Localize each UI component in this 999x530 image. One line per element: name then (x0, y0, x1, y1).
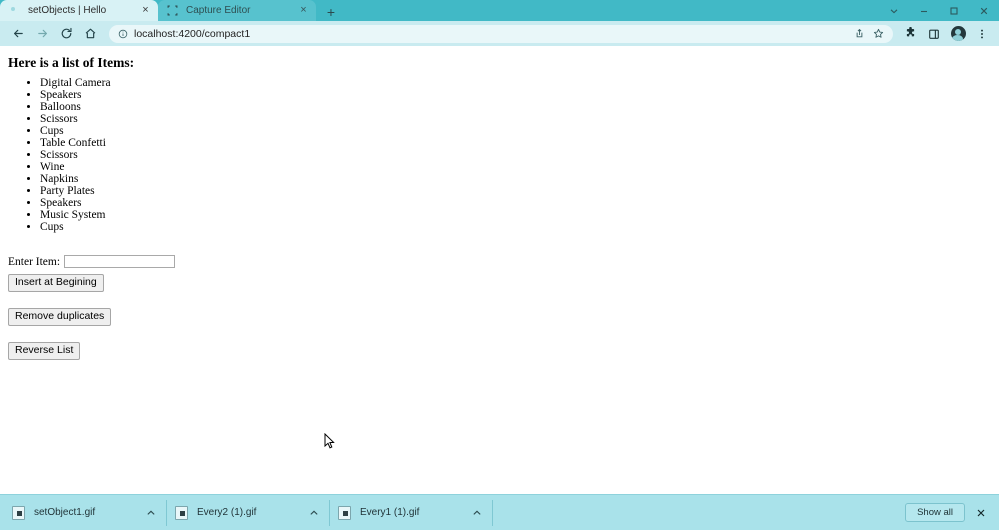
list-item: Cups (40, 221, 991, 233)
new-tab-button[interactable]: + (320, 3, 342, 21)
capture-icon (167, 5, 179, 17)
list-item: Scissors (40, 113, 991, 125)
remove-duplicates-button[interactable]: Remove duplicates (8, 308, 112, 326)
share-icon[interactable] (853, 27, 866, 40)
enter-item-input[interactable] (64, 255, 176, 268)
chevron-up-icon[interactable] (466, 508, 488, 518)
tab-title: Capture Editor (186, 5, 251, 16)
tab-title: setObjects | Hello (28, 5, 107, 16)
download-filename: setObject1.gif (34, 507, 96, 518)
show-all-button[interactable]: Show all (905, 503, 965, 522)
tab-capture-editor[interactable]: Capture Editor × (158, 0, 316, 21)
maximize-icon[interactable] (939, 0, 969, 21)
file-icon (338, 505, 351, 520)
address-bar-url: localhost:4200/compact1 (134, 27, 251, 40)
download-filename: Every1 (1).gif (360, 507, 420, 518)
chevron-up-icon[interactable] (303, 508, 325, 518)
chevron-up-icon[interactable] (140, 508, 162, 518)
profile-avatar[interactable] (947, 23, 969, 45)
close-download-bar-icon[interactable] (973, 505, 989, 521)
browser-window: setObjects | Hello × Capture Editor × + (0, 0, 999, 530)
reload-button[interactable] (54, 22, 78, 46)
tab-close-icon[interactable]: × (297, 4, 310, 17)
list-item: Napkins (40, 173, 991, 185)
tab-setobjects-hello[interactable]: setObjects | Hello × (0, 0, 158, 21)
page-title: Here is a list of Items: (8, 55, 135, 70)
forward-button[interactable] (30, 22, 54, 46)
download-item[interactable]: setObject1.gif (4, 499, 167, 526)
list-item: Cups (40, 125, 991, 137)
star-icon[interactable] (872, 27, 885, 40)
omnibox-actions (853, 27, 885, 40)
list-item: Wine (40, 161, 991, 173)
enter-item-label: Enter Item: (8, 255, 61, 268)
list-item: Party Plates (40, 185, 991, 197)
toolbar-actions (899, 23, 993, 45)
tab-close-icon[interactable]: × (139, 4, 152, 17)
browser-toolbar: localhost:4200/compact1 (0, 21, 999, 46)
download-filename: Every2 (1).gif (197, 507, 257, 518)
reverse-list-button[interactable]: Reverse List (8, 342, 81, 360)
item-list: Digital CameraSpeakersBalloonsScissorsCu… (8, 77, 991, 233)
page-content: Here is a list of Items: Digital CameraS… (0, 46, 999, 360)
back-button[interactable] (6, 22, 30, 46)
window-controls (879, 0, 999, 21)
list-item: Digital Camera (40, 77, 991, 89)
list-item: Balloons (40, 101, 991, 113)
sidepanel-icon[interactable] (923, 23, 945, 45)
list-item: Scissors (40, 149, 991, 161)
list-item: Table Confetti (40, 137, 991, 149)
download-item[interactable]: Every2 (1).gif (167, 499, 330, 526)
home-button[interactable] (78, 22, 102, 46)
download-item[interactable]: Every1 (1).gif (330, 499, 493, 526)
download-bar-actions: Show all (905, 503, 995, 522)
tab-search-icon[interactable] (879, 0, 909, 21)
globe-icon (9, 5, 21, 17)
download-bar: setObject1.gif Every2 (1).gif Every1 (1)… (0, 494, 999, 530)
list-item: Speakers (40, 89, 991, 101)
address-bar[interactable]: localhost:4200/compact1 (109, 24, 893, 43)
file-icon (12, 505, 25, 520)
page-viewport: Here is a list of Items: Digital CameraS… (0, 46, 999, 494)
insert-at-begining-button[interactable]: Insert at Begining (8, 274, 104, 292)
close-window-icon[interactable] (969, 0, 999, 21)
extensions-icon[interactable] (899, 23, 921, 45)
minimize-icon[interactable] (909, 0, 939, 21)
list-item: Speakers (40, 197, 991, 209)
site-info-icon[interactable] (117, 28, 128, 39)
list-item: Music System (40, 209, 991, 221)
enter-item-row: Enter Item: (8, 255, 991, 268)
tab-strip: setObjects | Hello × Capture Editor × + (0, 0, 999, 21)
mouse-cursor (324, 433, 335, 449)
file-icon (175, 505, 188, 520)
chrome-menu-icon[interactable] (971, 23, 993, 45)
